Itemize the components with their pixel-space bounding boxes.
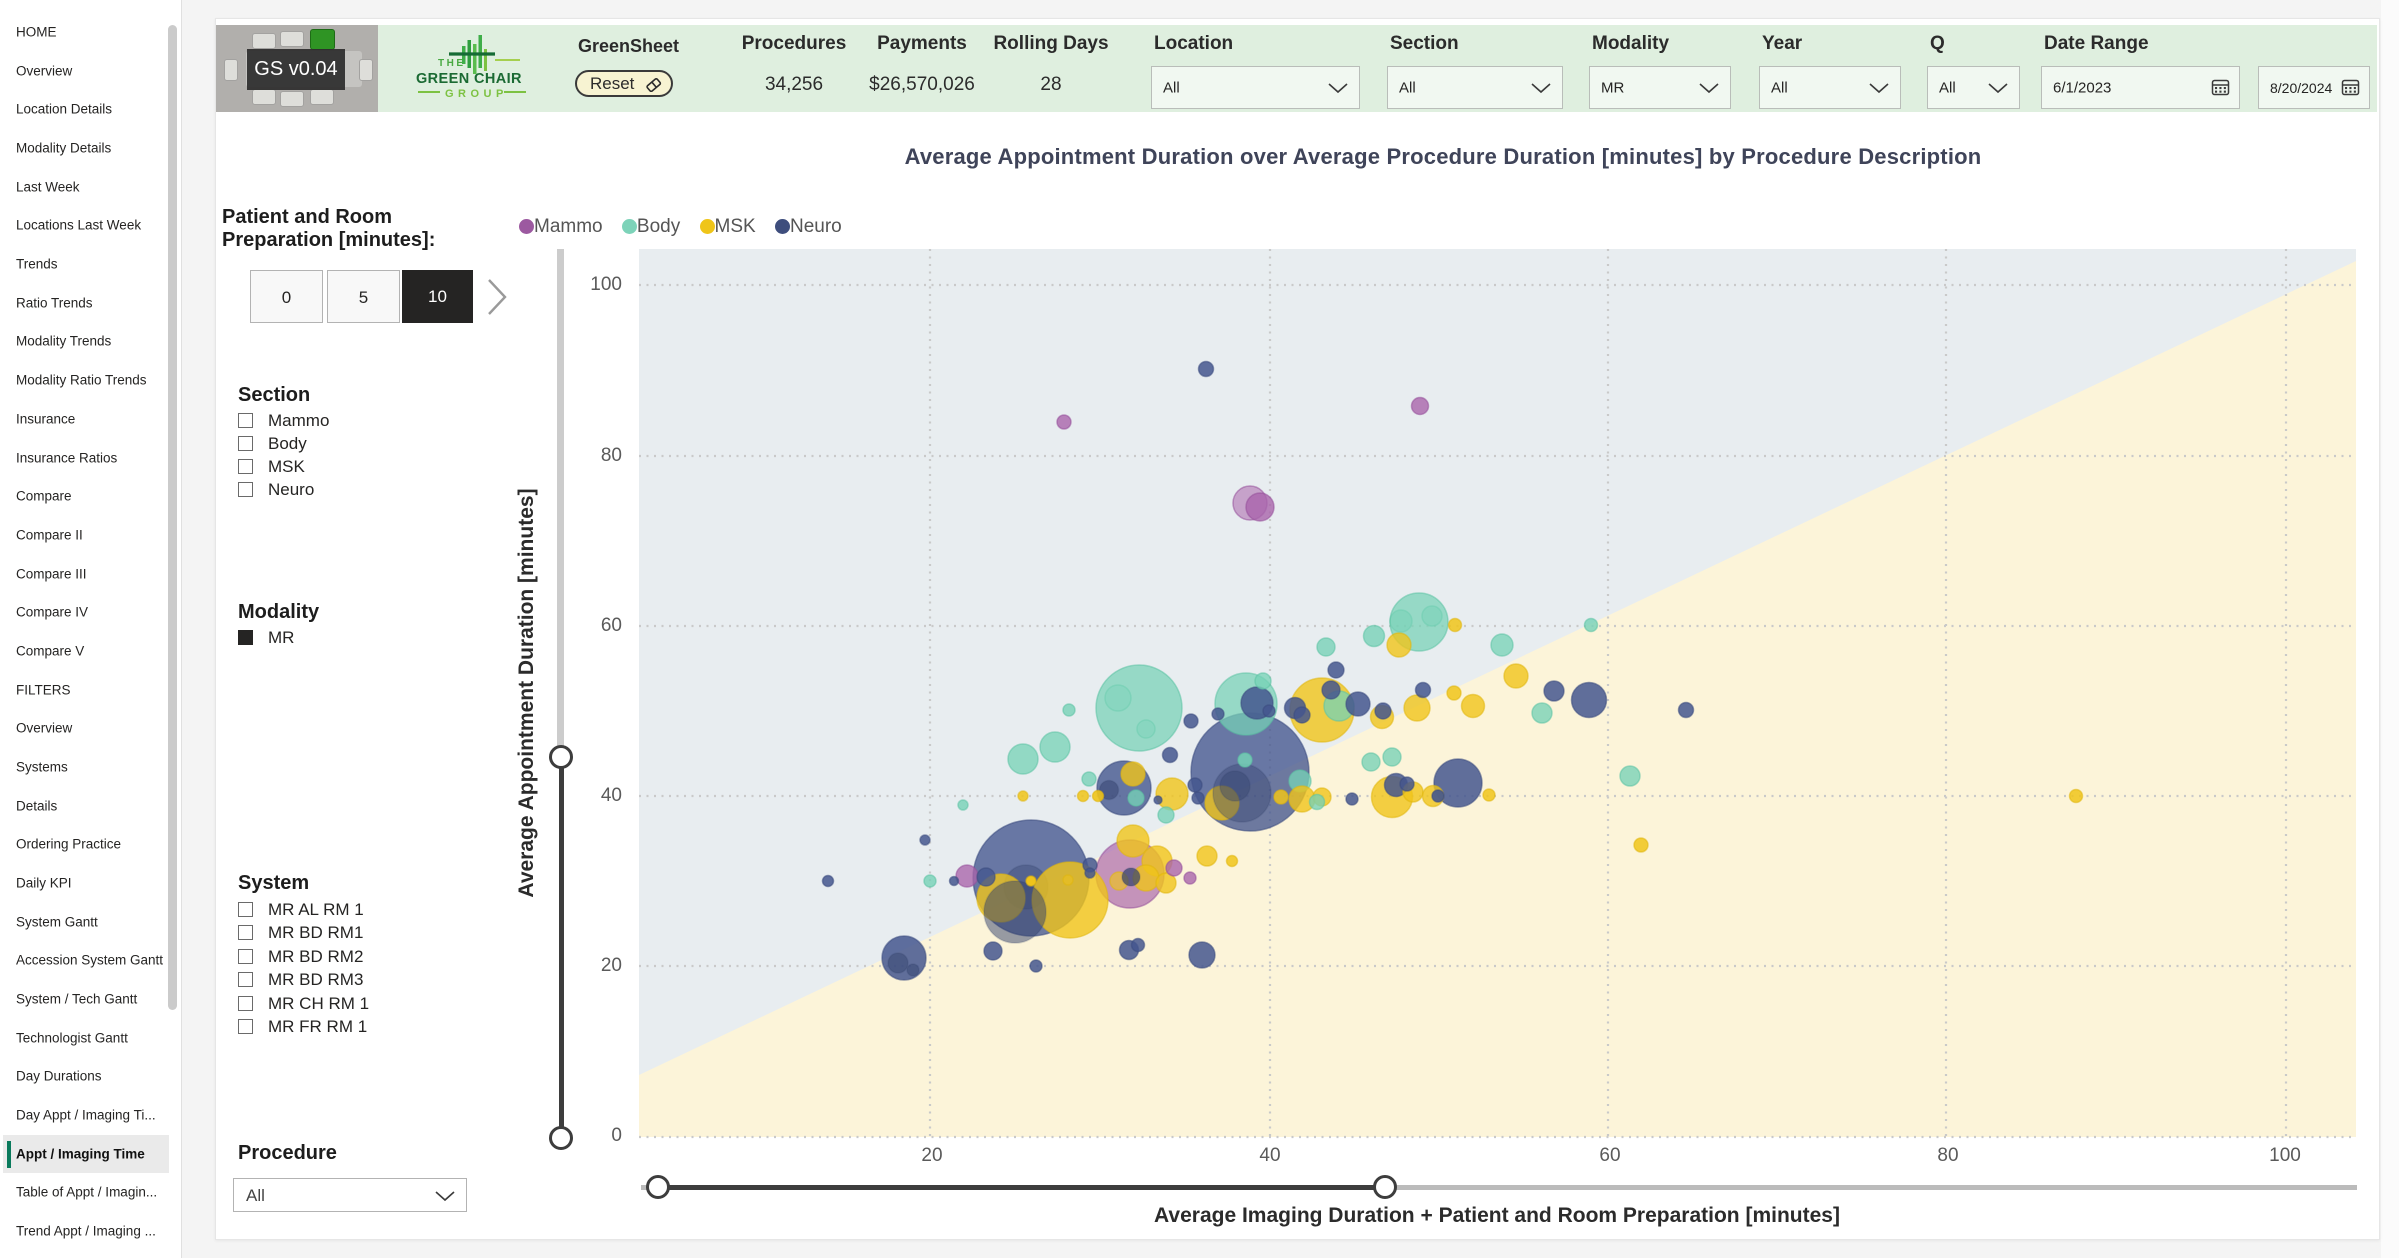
svg-text:GROUP: GROUP [445, 88, 508, 100]
svg-text:GREEN CHAIR: GREEN CHAIR [416, 71, 522, 87]
svg-text:THE: THE [438, 58, 466, 69]
